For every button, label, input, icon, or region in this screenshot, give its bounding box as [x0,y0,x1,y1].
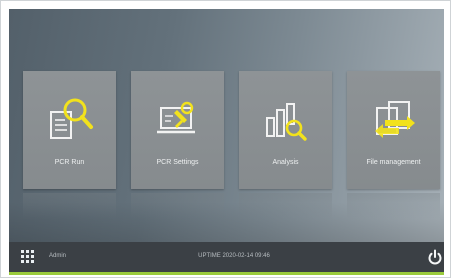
tile-label: Analysis [272,159,299,166]
laptop-settings-icon [157,101,195,134]
tile-pcr-run[interactable]: PCR Run [23,71,116,219]
power-icon[interactable] [427,249,443,265]
status-bar [9,272,444,275]
taskbar: Admin UPTIME 2020-02-14 09:46 [9,242,444,272]
tile-reflection [23,193,116,219]
tile-label: PCR Run [54,159,85,166]
tile-reflection [347,193,440,219]
desktop-background: PCR Run PCR Settings Analysis File manag… [9,9,444,242]
tile-label: PCR Settings [156,159,199,166]
tile-pcr-settings[interactable]: PCR Settings [131,71,224,219]
tile-reflection [239,193,332,219]
magnifier-document-icon [50,98,93,139]
user-label: Admin [49,253,67,259]
tile-file-management[interactable]: File management [347,71,440,219]
system-datetime: UPTIME 2020-02-14 09:46 [198,253,270,259]
tile-reflection [131,193,224,219]
screen: PCR Run PCR Settings Analysis File manag… [0,0,451,278]
file-transfer-icon [375,101,415,138]
tile-label: File management [366,159,421,166]
bar-chart-magnifier-icon [266,103,307,141]
tile-analysis[interactable]: Analysis [239,71,332,219]
grid-icon[interactable] [21,250,35,264]
